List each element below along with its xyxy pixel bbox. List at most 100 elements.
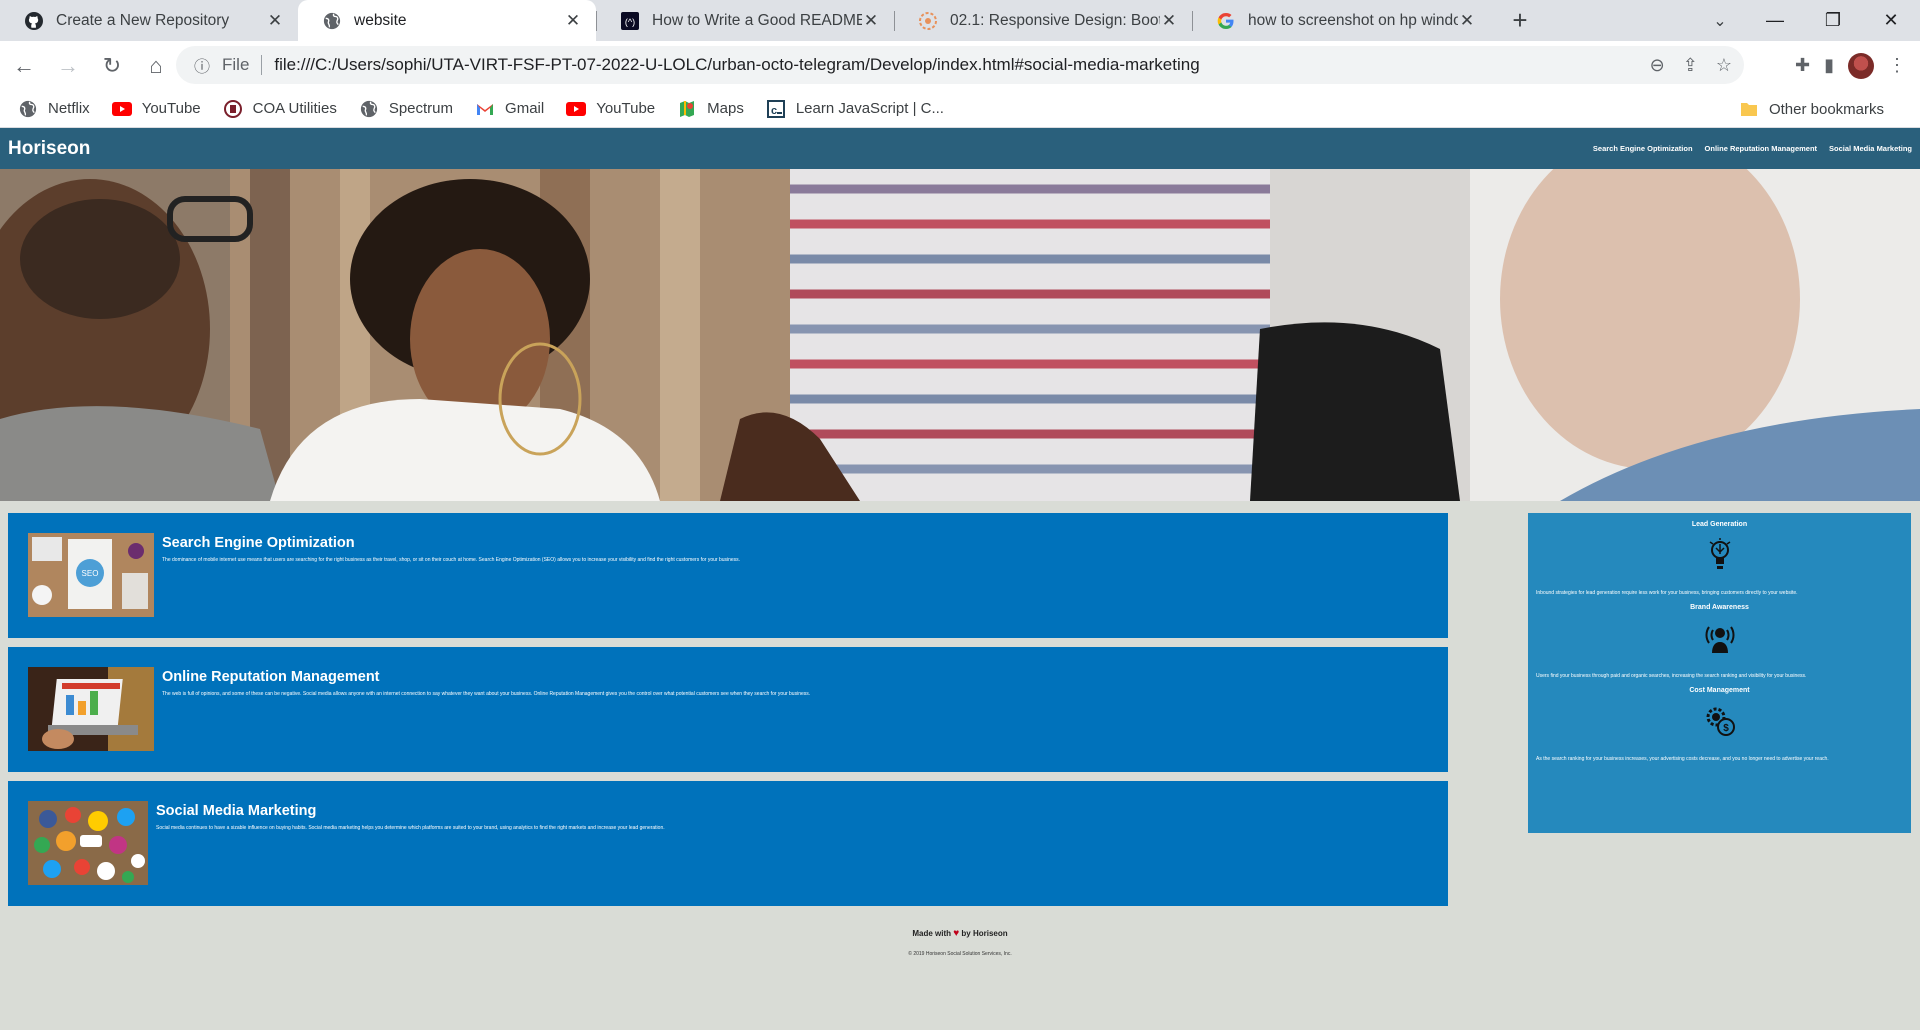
- bookmark-label: YouTube: [141, 100, 201, 117]
- bookmark-maps[interactable]: Maps: [677, 99, 744, 119]
- globe-icon: [322, 11, 342, 31]
- copyright: © 2019 Horiseon Social Solution Services…: [908, 951, 1012, 957]
- codecademy-icon: c: [766, 99, 786, 119]
- tab-github[interactable]: Create a New Repository ✕: [0, 0, 298, 41]
- share-icon[interactable]: ⇪: [1683, 55, 1698, 76]
- close-icon[interactable]: ✕: [564, 11, 582, 31]
- svg-text:SEO: SEO: [82, 569, 99, 578]
- card-title: Social Media Marketing: [156, 803, 317, 819]
- bookmark-spectrum[interactable]: Spectrum: [359, 99, 453, 119]
- card-social-media-marketing: Social Media Marketing Social media cont…: [8, 781, 1448, 906]
- bookmark-label: COA Utilities: [252, 100, 337, 117]
- benefit-title: Lead Generation: [1691, 521, 1748, 528]
- money-gears-icon: $: [1536, 704, 1903, 748]
- tab-google[interactable]: how to screenshot on hp window ✕: [1192, 0, 1490, 41]
- web-page: Horiseon Search Engine Optimization Onli…: [0, 128, 1920, 1030]
- other-bookmarks[interactable]: Other bookmarks: [1739, 90, 1884, 128]
- coa-icon: [223, 99, 243, 119]
- bookmark-label: Learn JavaScript | C...: [795, 100, 944, 117]
- site-logo[interactable]: Horiseon: [8, 138, 90, 160]
- globe-icon: [18, 99, 38, 119]
- zoom-icon[interactable]: ⊖: [1650, 55, 1665, 76]
- made-with-text: Made with: [912, 929, 952, 938]
- window-controls: — ❐ ✕: [1746, 0, 1920, 41]
- svg-text:(^): (^): [625, 17, 635, 27]
- hero-image: [0, 169, 1920, 501]
- seo-image: SEO: [28, 533, 154, 617]
- benefit-brand-awareness: Brand Awareness Users find your business…: [1536, 604, 1903, 679]
- side-panel-icon[interactable]: ▮: [1824, 55, 1834, 76]
- svg-text:c: c: [771, 105, 777, 117]
- reload-button[interactable]: ↻: [92, 46, 132, 86]
- tab-title: Create a New Repository: [56, 11, 230, 29]
- forward-button[interactable]: →: [48, 46, 88, 86]
- benefit-description: As the search ranking for your business …: [1536, 756, 1829, 762]
- card-title: Online Reputation Management: [162, 669, 380, 685]
- back-button[interactable]: ←: [4, 46, 44, 86]
- bookmark-youtube-2[interactable]: YouTube: [566, 99, 655, 119]
- bookmarks-bar: Netflix YouTube COA Utilities Spectrum G…: [0, 90, 1920, 128]
- footer-made-with: Made with ♥ by Horiseon: [0, 928, 1920, 939]
- nav-link-seo[interactable]: Search Engine Optimization: [1593, 144, 1693, 153]
- minimize-button[interactable]: —: [1746, 0, 1804, 41]
- bookmark-label: Maps: [707, 100, 744, 117]
- nav-link-reputation[interactable]: Online Reputation Management: [1705, 144, 1818, 153]
- other-bookmarks-label: Other bookmarks: [1768, 100, 1884, 118]
- tab-website[interactable]: website ✕: [298, 0, 596, 41]
- close-icon[interactable]: ✕: [862, 11, 880, 31]
- close-icon[interactable]: ✕: [1160, 11, 1178, 31]
- youtube-icon: [111, 99, 132, 119]
- bootcamp-icon: [918, 11, 938, 31]
- bookmark-codecademy[interactable]: c Learn JavaScript | C...: [766, 99, 944, 119]
- close-window-button[interactable]: ✕: [1862, 0, 1920, 41]
- address-bar[interactable]: ⓘ File file:///C:/Users/sophi/UTA-VIRT-F…: [176, 46, 1744, 84]
- google-icon: [1216, 11, 1236, 31]
- divider: [261, 55, 263, 75]
- tab-title: 02.1: Responsive Design: Bootcan: [950, 11, 1160, 29]
- card-description: The dominance of mobile internet use mea…: [162, 557, 741, 563]
- card-description: Social media continues to have a sizable…: [156, 825, 665, 831]
- bookmark-netflix[interactable]: Netflix: [18, 99, 90, 119]
- extensions-icon[interactable]: ✚: [1795, 55, 1810, 76]
- reputation-image: [28, 667, 154, 751]
- bookmark-gmail[interactable]: Gmail: [475, 99, 544, 119]
- tab-readme[interactable]: (^) How to Write a Good README Fi ✕: [596, 0, 894, 41]
- menu-icon[interactable]: ⋮: [1888, 55, 1906, 76]
- new-tab-button[interactable]: +: [1498, 0, 1542, 41]
- card-description: The web is full of opinions, and some of…: [162, 691, 811, 697]
- card-search-engine-optimization: SEO Search Engine Optimization The domin…: [8, 513, 1448, 638]
- close-icon[interactable]: ✕: [1458, 11, 1476, 31]
- site-nav: Search Engine Optimization Online Reputa…: [1593, 144, 1912, 153]
- star-icon[interactable]: ☆: [1716, 55, 1732, 76]
- benefit-description: Users find your business through paid an…: [1536, 673, 1807, 679]
- benefit-title: Brand Awareness: [1690, 604, 1749, 611]
- svg-text:$: $: [1723, 723, 1729, 734]
- bookmark-youtube[interactable]: YouTube: [111, 99, 201, 119]
- avatar[interactable]: [1848, 52, 1874, 79]
- site-footer: Made with ♥ by Horiseon © 2019 Horiseon …: [0, 928, 1920, 957]
- tab-title: How to Write a Good README Fi: [652, 11, 862, 29]
- home-button[interactable]: ⌂: [136, 46, 176, 86]
- bookmark-label: Netflix: [48, 100, 90, 117]
- card-online-reputation-management: Online Reputation Management The web is …: [8, 647, 1448, 772]
- browser-toolbar: ← → ↻ ⌂ ⓘ File file:///C:/Users/sophi/UT…: [0, 41, 1920, 90]
- heart-icon: ♥: [953, 928, 960, 939]
- github-icon: [24, 11, 44, 31]
- info-icon[interactable]: ⓘ: [188, 53, 216, 77]
- maps-icon: [677, 99, 697, 119]
- bookmark-coa-utilities[interactable]: COA Utilities: [223, 99, 337, 119]
- nav-link-social-media[interactable]: Social Media Marketing: [1829, 144, 1912, 153]
- bookmark-label: Gmail: [505, 100, 545, 117]
- card-text: Social Media Marketing Social media cont…: [156, 801, 665, 831]
- benefit-description: Inbound strategies for lead generation r…: [1536, 590, 1798, 596]
- tab-strip: Create a New Repository ✕ website ✕ (^) …: [0, 0, 1920, 41]
- card-text: Search Engine Optimization The dominance…: [162, 533, 740, 563]
- chevron-down-icon[interactable]: ⌄: [1700, 0, 1740, 41]
- social-media-image: [28, 801, 148, 885]
- folder-icon: [1739, 99, 1759, 119]
- card-text: Online Reputation Management The web is …: [162, 667, 810, 697]
- restore-button[interactable]: ❐: [1804, 0, 1862, 41]
- url-text[interactable]: file:///C:/Users/sophi/UTA-VIRT-FSF-PT-0…: [274, 55, 1199, 75]
- close-icon[interactable]: ✕: [266, 11, 284, 31]
- tab-bootcamp[interactable]: 02.1: Responsive Design: Bootcan ✕: [894, 0, 1192, 41]
